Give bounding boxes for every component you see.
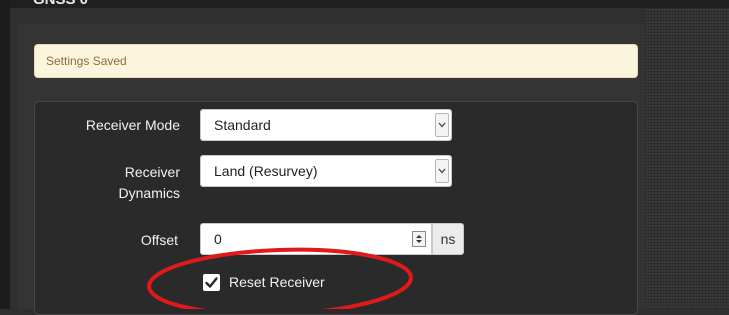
annotation-circle [147,247,413,309]
